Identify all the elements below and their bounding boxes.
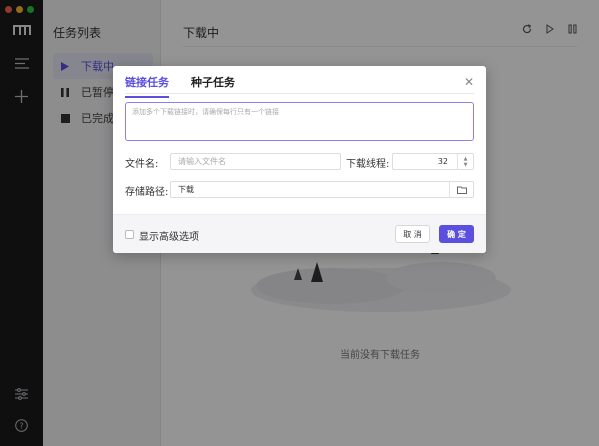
cancel-button[interactable]: 取 消: [395, 225, 430, 243]
filename-field[interactable]: 请输入文件名: [170, 153, 341, 170]
threads-stepper[interactable]: 32 ▲ ▼: [392, 153, 474, 170]
path-label: 存储路径:: [125, 187, 169, 198]
stepper-arrows[interactable]: ▲ ▼: [457, 154, 473, 169]
advanced-options-label[interactable]: 显示高级选项: [139, 228, 199, 243]
advanced-options-checkbox[interactable]: [125, 230, 134, 239]
tab-torrent-task[interactable]: 种子任务: [191, 74, 235, 98]
tab-link-task[interactable]: 链接任务: [125, 74, 169, 98]
url-input[interactable]: [125, 102, 474, 141]
path-value: 下载: [178, 185, 194, 194]
chevron-down-icon[interactable]: ▼: [464, 162, 468, 168]
path-field[interactable]: 下载: [170, 181, 474, 198]
close-icon[interactable]: ✕: [464, 75, 474, 89]
dialog-footer: 显示高级选项 取 消 确 定: [113, 214, 486, 253]
tabs-divider: [125, 93, 474, 94]
filename-label: 文件名:: [125, 159, 159, 170]
new-task-dialog: 链接任务 种子任务 ✕ 文件名: 请输入文件名 下载线程: 32 ▲ ▼ 存储路…: [113, 66, 486, 253]
folder-icon[interactable]: [449, 182, 473, 197]
dialog-tabs: 链接任务 种子任务: [125, 74, 235, 98]
confirm-button[interactable]: 确 定: [439, 225, 474, 243]
threads-value: 32: [437, 157, 448, 166]
threads-label: 下载线程:: [346, 159, 390, 170]
